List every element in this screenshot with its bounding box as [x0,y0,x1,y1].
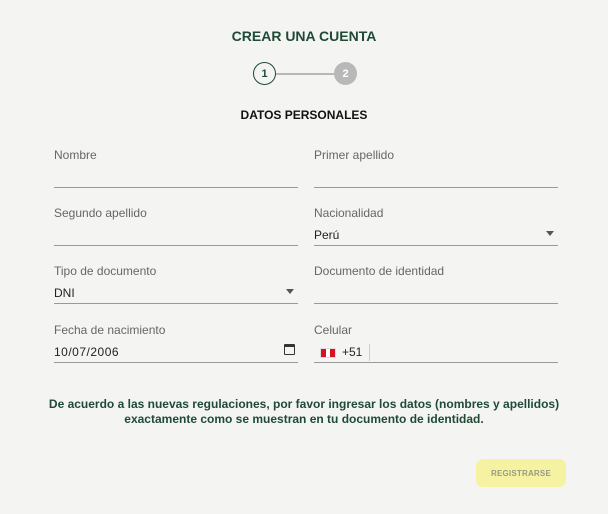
dial-code-divider [369,344,370,361]
celular-label: Celular [314,323,353,337]
chevron-down-icon[interactable] [286,289,294,294]
fecha-nacimiento-label: Fecha de nacimiento [54,323,166,337]
nacionalidad-label: Nacionalidad [314,206,384,220]
peru-flag-icon[interactable] [320,348,336,358]
stepper: 1 2 [253,62,359,86]
fecha-nacimiento-input[interactable]: 10/07/2006 [54,345,119,359]
documento-identidad-label: Documento de identidad [314,264,445,278]
tipo-documento-label: Tipo de documento [54,264,157,278]
step-1-indicator: 1 [253,62,276,85]
regulation-notice: De acuerdo a las nuevas regulaciones, po… [48,397,560,426]
celular-field[interactable]: Celular +51 [314,323,558,363]
stepper-line [276,73,334,75]
nacionalidad-select[interactable]: Nacionalidad Perú [314,206,558,246]
documento-identidad-field[interactable]: Documento de identidad [314,264,558,304]
page-title: CREAR UNA CUENTA [231,28,377,44]
step-2-indicator: 2 [334,62,357,85]
nacionalidad-value: Perú [314,228,340,242]
calendar-icon[interactable] [284,344,295,355]
tipo-documento-value: DNI [54,286,75,300]
dial-code[interactable]: +51 [342,345,362,359]
segundo-apellido-field[interactable]: Segundo apellido [54,206,298,246]
nombre-field[interactable]: Nombre [54,148,298,188]
register-button[interactable]: REGISTRARSE [476,459,566,487]
nombre-label: Nombre [54,148,97,162]
fecha-nacimiento-field[interactable]: Fecha de nacimiento 10/07/2006 [54,323,298,363]
primer-apellido-field[interactable]: Primer apellido [314,148,558,188]
tipo-documento-select[interactable]: Tipo de documento DNI [54,264,298,304]
primer-apellido-label: Primer apellido [314,148,395,162]
segundo-apellido-label: Segundo apellido [54,206,147,220]
chevron-down-icon[interactable] [546,231,554,236]
section-title: DATOS PERSONALES [240,108,368,122]
